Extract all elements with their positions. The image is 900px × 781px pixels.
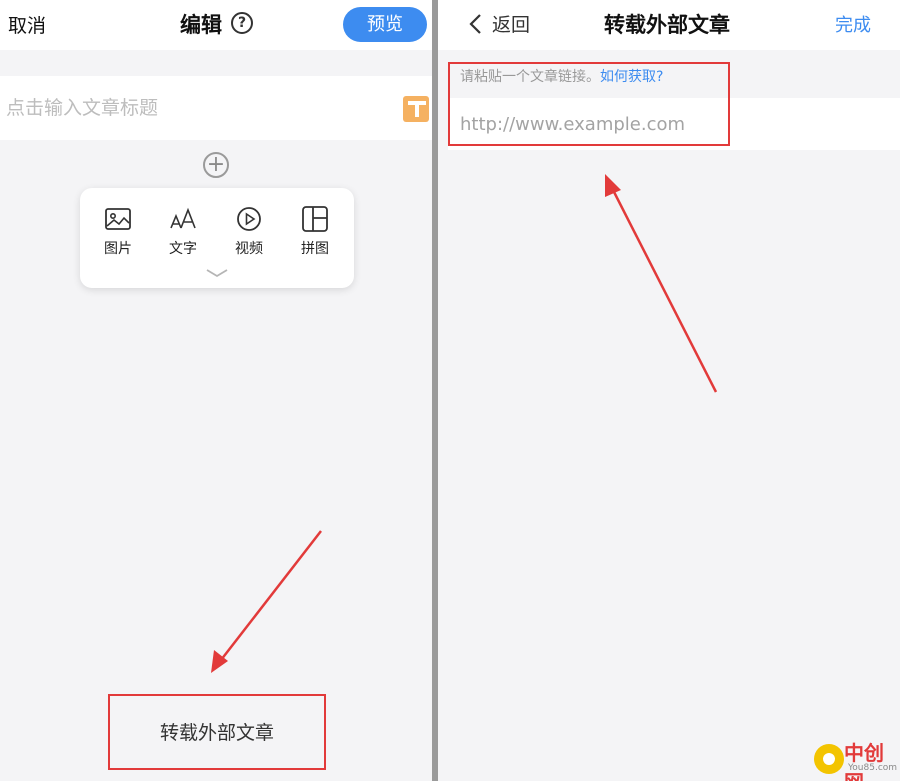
insert-collage-label: 拼图 — [301, 241, 329, 257]
template-icon[interactable] — [403, 96, 429, 122]
insert-image-button[interactable]: 图片 — [88, 204, 148, 264]
insert-menu: 图片 文字 视频 拼图 — [80, 188, 354, 288]
chevron-down-icon[interactable] — [205, 268, 229, 278]
article-title-input[interactable] — [6, 92, 386, 124]
add-content-button[interactable]: + — [203, 152, 229, 178]
editor-panel: 取消 编辑 ? 预览 + 图片 文字 — [0, 0, 432, 781]
watermark-text: 中创网 — [844, 741, 884, 781]
done-button[interactable]: 完成 — [835, 11, 871, 37]
annotation-highlight-box — [448, 62, 730, 146]
external-article-button[interactable]: 转载外部文章 — [108, 694, 326, 770]
text-icon — [170, 207, 196, 229]
insert-video-button[interactable]: 视频 — [219, 204, 279, 264]
insert-collage-button[interactable]: 拼图 — [285, 204, 345, 264]
back-button[interactable]: 返回 — [492, 10, 530, 37]
insert-text-label: 文字 — [169, 241, 197, 257]
help-icon[interactable]: ? — [231, 12, 253, 34]
insert-video-label: 视频 — [235, 241, 263, 257]
cancel-button[interactable]: 取消 — [8, 11, 46, 38]
watermark: 中创网 You85.com — [810, 734, 900, 781]
article-title-row — [0, 76, 432, 140]
video-icon — [237, 207, 261, 231]
editor-header: 取消 编辑 ? 预览 — [0, 0, 432, 50]
preview-button[interactable]: 预览 — [343, 7, 427, 42]
grid-icon — [302, 206, 328, 232]
import-page-title: 转载外部文章 — [604, 13, 730, 37]
image-icon — [105, 208, 131, 230]
page-title: 编辑 — [180, 13, 222, 37]
watermark-logo-icon — [814, 744, 844, 774]
import-header: 返回 转载外部文章 完成 — [438, 0, 900, 50]
insert-image-label: 图片 — [104, 241, 132, 257]
import-panel: 返回 转载外部文章 完成 请粘贴一个文章链接。如何获取? — [438, 0, 900, 781]
back-icon[interactable] — [466, 12, 486, 36]
insert-text-button[interactable]: 文字 — [153, 204, 213, 264]
watermark-subtext: You85.com — [848, 763, 898, 773]
